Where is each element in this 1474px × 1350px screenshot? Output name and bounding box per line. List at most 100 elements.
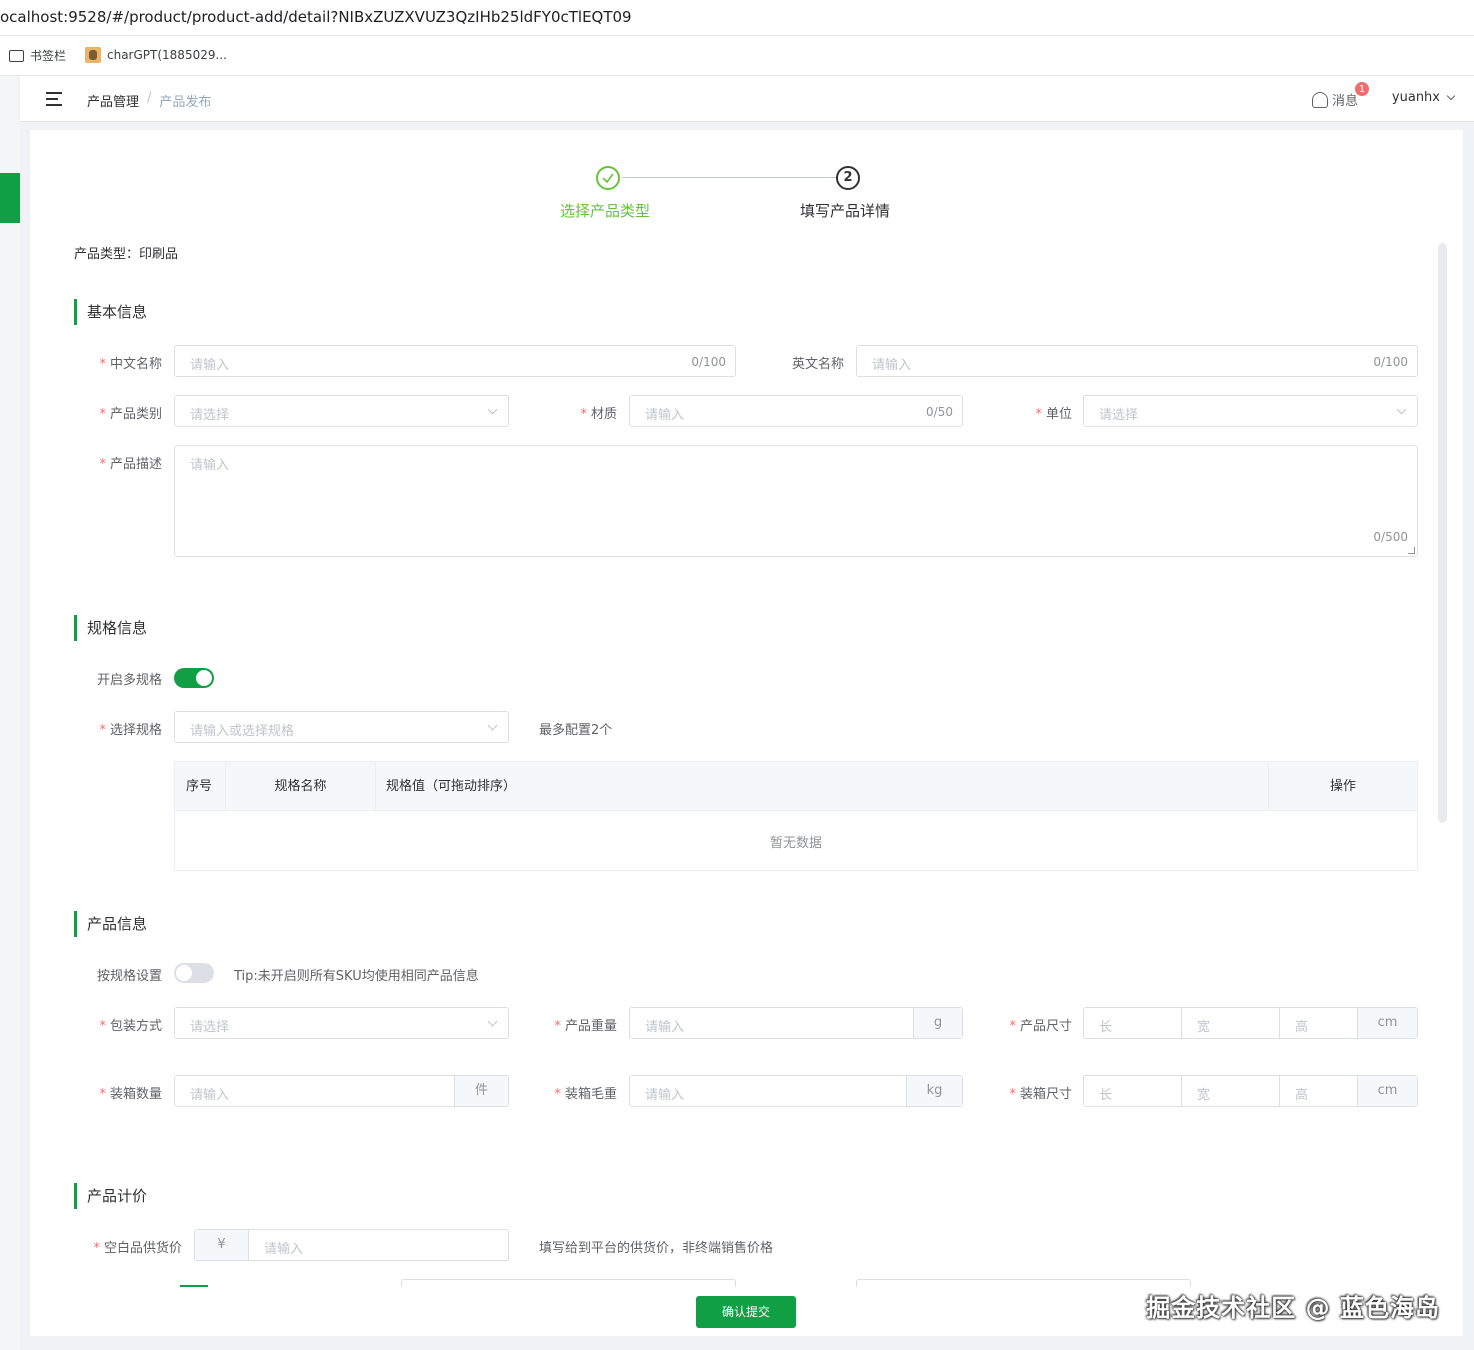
unit-suffix: cm <box>1357 1008 1417 1038</box>
spec-table: 序号 规格名称 规格值（可拖动排序） 操作 暂无数据 <box>174 761 1418 871</box>
box-size-label: * 装箱尺寸 <box>1009 1087 1072 1102</box>
partial-switch <box>180 1285 208 1287</box>
en-name-input[interactable]: 请输入 0/100 <box>856 345 1418 377</box>
placeholder: 请选择 <box>190 408 230 423</box>
spec-select[interactable]: 请输入或选择规格 <box>174 711 509 743</box>
product-type-text: 产品类型：印刷品 <box>74 247 179 262</box>
placeholder: 请输入 <box>190 1088 230 1103</box>
description-textarea[interactable]: 请输入 0/500 <box>174 445 1418 557</box>
menu-toggle-icon[interactable] <box>46 92 62 106</box>
bookmark-chargpt[interactable]: charGPT(1885029... <box>85 47 227 63</box>
breadcrumb-item-product-publish: 产品发布 <box>159 95 212 110</box>
chevron-down-icon <box>487 404 498 415</box>
chevron-down-icon <box>487 1016 498 1027</box>
char-count: 0/100 <box>1373 355 1408 369</box>
check-icon <box>596 166 620 190</box>
section-title-basic: 基本信息 <box>74 299 147 325</box>
browser-url-bar[interactable]: ocalhost:9528/#/product/product-add/deta… <box>0 0 1474 36</box>
folder-icon <box>9 49 24 62</box>
char-count: 0/100 <box>691 355 726 369</box>
select-spec-label: * 选择规格 <box>99 723 162 738</box>
box-width-input[interactable]: 宽 <box>1182 1076 1280 1106</box>
chevron-down-icon <box>487 720 498 731</box>
by-spec-tip: Tip:未开启则所有SKU均使用相同产品信息 <box>234 969 479 984</box>
unit-suffix: cm <box>1357 1076 1417 1106</box>
switch-knob <box>196 670 212 686</box>
chevron-down-icon <box>1446 91 1456 101</box>
box-qty-input[interactable]: 请输入 件 <box>174 1075 509 1107</box>
char-count: 0/50 <box>926 405 953 419</box>
currency-prefix: ¥ <box>195 1230 249 1260</box>
multi-spec-label: 开启多规格 <box>96 673 162 688</box>
height-input[interactable]: 高 <box>1280 1008 1358 1038</box>
cn-name-input[interactable]: 请输入 0/100 <box>174 345 736 377</box>
step-title-select-type: 选择产品类型 <box>560 202 651 220</box>
placeholder: 请输入 <box>872 358 912 373</box>
sidebar-collapsed <box>0 76 20 1350</box>
char-count: 0/500 <box>1373 530 1408 544</box>
watermark: 掘金技术社区 @ 蓝色海岛 <box>1146 1294 1440 1322</box>
step-connector <box>622 177 836 178</box>
supply-price-input[interactable]: ¥ 请输入 <box>194 1229 509 1261</box>
box-weight-input[interactable]: 请输入 kg <box>629 1075 963 1107</box>
supply-price-hint: 填写给到平台的供货价，非终端销售价格 <box>539 1241 774 1256</box>
box-weight-label: * 装箱毛重 <box>554 1087 617 1102</box>
placeholder: 请输入 <box>264 1242 304 1257</box>
bookmark-folder[interactable]: 书签栏 <box>9 47 66 64</box>
size-label: * 产品尺寸 <box>1009 1019 1072 1034</box>
packing-label: * 包装方式 <box>99 1019 162 1034</box>
category-select[interactable]: 请选择 <box>174 395 509 427</box>
box-height-input[interactable]: 高 <box>1280 1076 1358 1106</box>
placeholder: 请选择 <box>1099 408 1139 423</box>
avatar-favicon-icon <box>85 47 101 63</box>
step-number: 2 <box>836 166 860 190</box>
messages-badge: 1 <box>1354 81 1370 97</box>
placeholder: 请输入 <box>645 1020 685 1035</box>
unit-suffix: 件 <box>454 1076 508 1106</box>
column-header-spec-name: 规格名称 <box>226 762 376 811</box>
size-input-group: 长 宽 高 cm <box>1083 1007 1418 1039</box>
placeholder: 请选择 <box>190 1020 230 1035</box>
scrollbar[interactable] <box>1438 243 1447 823</box>
section-title-spec: 规格信息 <box>74 615 147 641</box>
box-length-input[interactable]: 长 <box>1084 1076 1182 1106</box>
submit-button[interactable]: 确认提交 <box>696 1296 796 1328</box>
partial-input <box>401 1279 736 1287</box>
placeholder: 请输入 <box>645 1088 685 1103</box>
multi-spec-switch[interactable] <box>174 668 214 688</box>
breadcrumb-item-product-manage[interactable]: 产品管理 <box>87 91 139 110</box>
section-title-product-info: 产品信息 <box>74 911 147 937</box>
by-spec-switch[interactable] <box>174 963 214 983</box>
sidebar-active-indicator[interactable] <box>0 173 20 223</box>
en-name-label: 英文名称 <box>791 357 844 372</box>
unit-suffix: kg <box>906 1076 962 1106</box>
bookmark-label: 书签栏 <box>30 49 67 63</box>
placeholder: 请输入或选择规格 <box>190 724 295 739</box>
bookmarks-bar: 书签栏 charGPT(1885029... <box>0 36 1474 76</box>
table-empty-text: 暂无数据 <box>769 836 822 851</box>
by-spec-label: 按规格设置 <box>96 969 162 984</box>
breadcrumb-separator: / <box>147 91 152 106</box>
messages-button[interactable]: 消息 <box>1311 90 1358 109</box>
supply-price-label: * 空白品供货价 <box>93 1241 182 1256</box>
width-input[interactable]: 宽 <box>1182 1008 1280 1038</box>
bell-icon <box>1311 91 1328 108</box>
username: yuanhx <box>1391 90 1440 105</box>
url-text[interactable]: ocalhost:9528/#/product/product-add/deta… <box>0 8 632 26</box>
column-header-actions: 操作 <box>1269 762 1417 811</box>
packing-select[interactable]: 请选择 <box>174 1007 509 1039</box>
material-label: * 材质 <box>580 407 617 422</box>
weight-input[interactable]: 请输入 g <box>629 1007 963 1039</box>
length-input[interactable]: 长 <box>1084 1008 1182 1038</box>
material-input[interactable]: 请输入 0/50 <box>629 395 963 427</box>
box-qty-label: * 装箱数量 <box>99 1087 162 1102</box>
cn-name-label: * 中文名称 <box>99 357 162 372</box>
resize-handle-icon[interactable] <box>1408 547 1415 554</box>
placeholder: 请输入 <box>190 358 230 373</box>
placeholder: 请输入 <box>190 458 230 473</box>
chevron-down-icon <box>1396 404 1407 415</box>
user-dropdown[interactable]: yuanhx <box>1391 90 1456 105</box>
top-navbar: 产品管理 / 产品发布 消息 1 yuanhx <box>20 76 1474 122</box>
description-label: * 产品描述 <box>99 457 162 472</box>
unit-select[interactable]: 请选择 <box>1083 395 1418 427</box>
